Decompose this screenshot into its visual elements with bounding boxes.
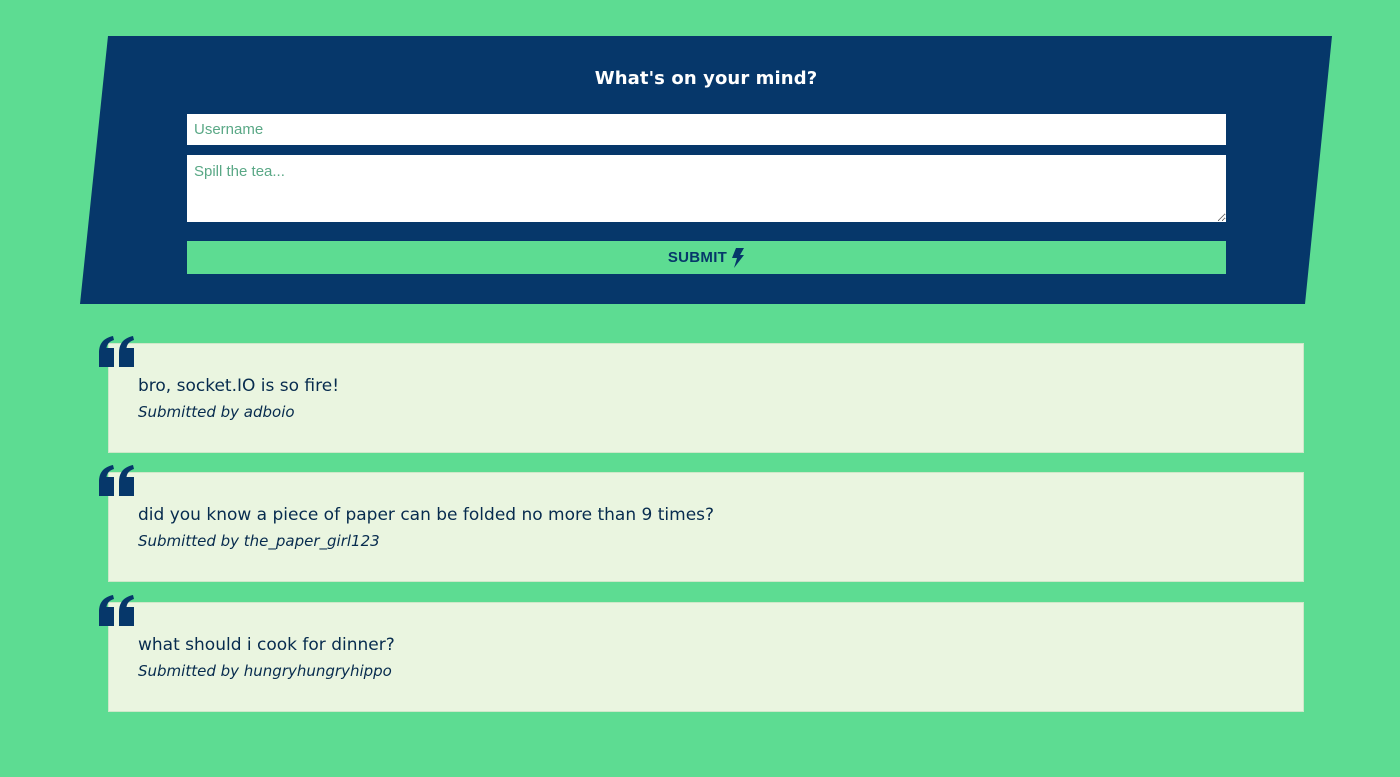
- submit-label: SUBMIT: [667, 249, 728, 266]
- post-card: bro, socket.IO is so fire! Submitted by …: [99, 336, 1304, 453]
- post-form: What's on your mind? SUBMIT: [80, 36, 1332, 304]
- form-title: What's on your mind?: [594, 68, 818, 89]
- quote-icon: [98, 336, 136, 368]
- quote-icon: [98, 465, 136, 497]
- post-author: Submitted by the_paper_girl123: [138, 532, 380, 550]
- post-author: Submitted by hungryhungryhippo: [138, 662, 392, 680]
- bolt-icon: [731, 247, 745, 268]
- post-message: did you know a piece of paper can be fol…: [138, 505, 715, 525]
- post-message: bro, socket.IO is so fire!: [138, 376, 340, 396]
- submit-button[interactable]: SUBMIT: [187, 241, 1226, 274]
- post-card: did you know a piece of paper can be fol…: [99, 465, 1304, 582]
- post-card: what should i cook for dinner? Submitted…: [99, 595, 1304, 712]
- post-author: Submitted by adboio: [138, 403, 295, 421]
- message-textarea[interactable]: [187, 155, 1226, 222]
- post-message: what should i cook for dinner?: [138, 635, 395, 655]
- username-input[interactable]: [187, 114, 1226, 145]
- quote-icon: [98, 595, 136, 627]
